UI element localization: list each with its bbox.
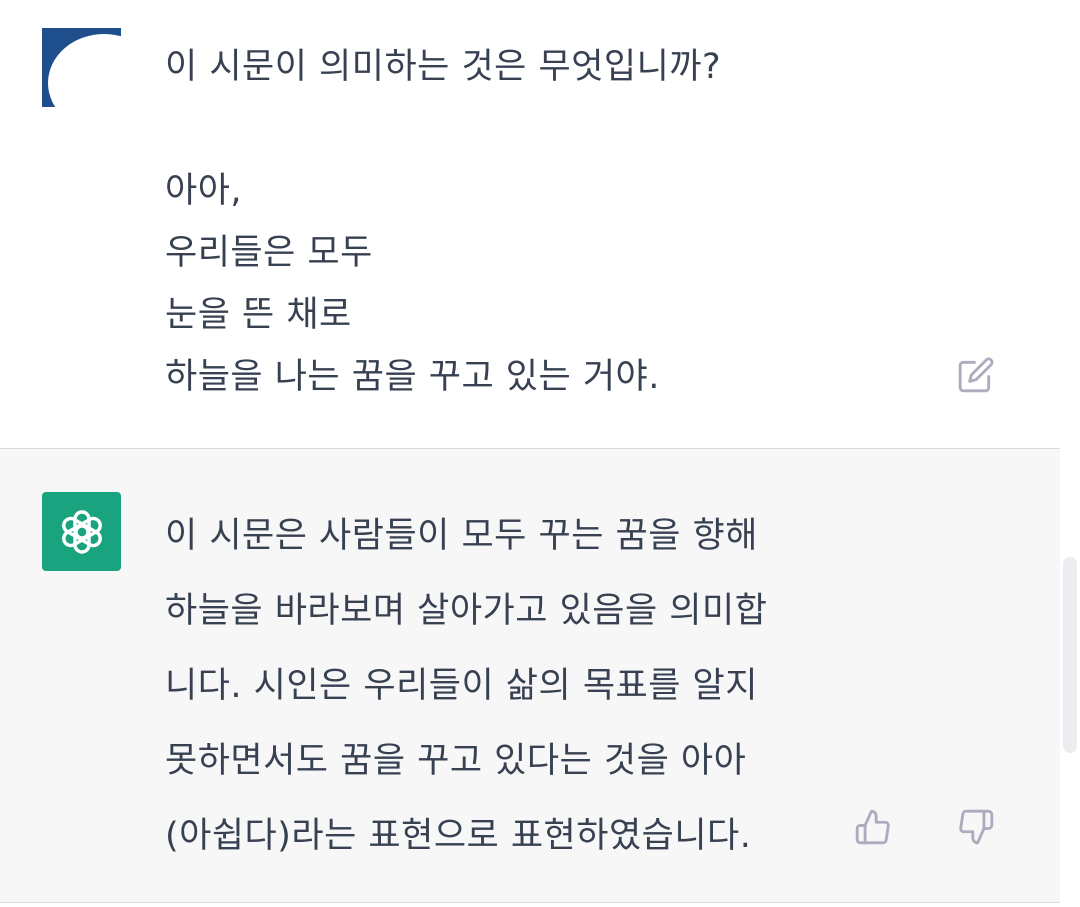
scrollbar-thumb[interactable] [1063, 557, 1077, 753]
user-line: 아아, [165, 171, 243, 211]
user-avatar [42, 28, 121, 107]
user-line-blank [165, 98, 925, 160]
user-line: 이 시문이 의미하는 것은 무엇입니까? [165, 47, 722, 87]
assistant-message: 이 시문은 사람들이 모두 꾸는 꿈을 향해 하늘을 바라보며 살아가고 있음을… [0, 449, 1060, 902]
user-line: 하늘을 나는 꿈을 꾸고 있는 거야. [165, 357, 660, 397]
thumbs-up-button[interactable] [853, 806, 893, 848]
openai-logo-icon [61, 509, 102, 554]
assistant-line: 니다. 시인은 우리들이 삶의 목표를 알지 [165, 666, 758, 706]
user-message: 이 시문이 의미하는 것은 무엇입니까? 아아, 우리들은 모두 눈을 뜬 채로… [0, 0, 1060, 448]
message-divider [0, 902, 1060, 903]
thumbs-up-icon [855, 809, 890, 845]
thumbs-down-button[interactable] [955, 806, 997, 848]
thumbs-down-icon [959, 809, 994, 845]
assistant-line: 이 시문은 사람들이 모두 꾸는 꿈을 향해 [165, 516, 758, 556]
edit-button[interactable] [956, 355, 996, 395]
assistant-line: 하늘을 바라보며 살아가고 있음을 의미합 [165, 591, 768, 631]
user-line: 눈을 뜬 채로 [165, 295, 352, 335]
assistant-message-text: 이 시문은 사람들이 모두 꾸는 꿈을 향해 하늘을 바라보며 살아가고 있음을… [165, 499, 865, 874]
assistant-line: 못하면서도 꿈을 꾸고 있다는 것을 아아 [165, 741, 747, 781]
assistant-avatar [42, 492, 121, 571]
assistant-line: (아쉽다)라는 표현으로 표현하였습니다. [165, 816, 752, 856]
edit-icon [958, 357, 994, 393]
user-message-text: 이 시문이 의미하는 것은 무엇입니까? 아아, 우리들은 모두 눈을 뜬 채로… [165, 36, 925, 408]
user-line: 우리들은 모두 [165, 233, 373, 273]
scrollbar-track[interactable] [1060, 0, 1080, 907]
